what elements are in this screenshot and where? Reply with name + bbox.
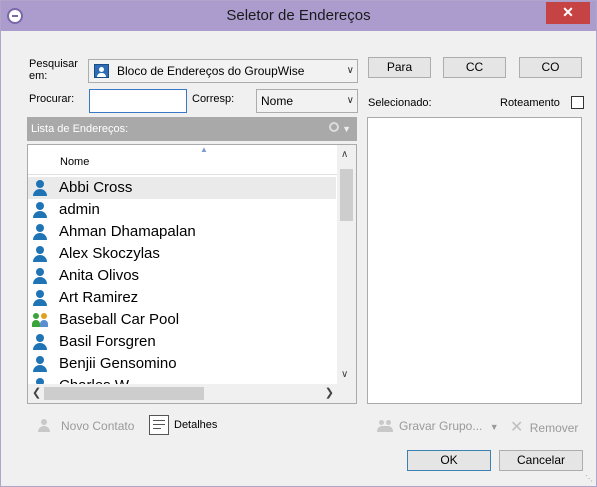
contact-name: Abbi Cross [59, 179, 133, 196]
resize-grip-icon[interactable]: ⋱ [585, 474, 593, 483]
person-icon [32, 246, 48, 262]
chevron-down-icon: ∨ [346, 65, 354, 76]
contact-name: Basil Forsgren [59, 333, 156, 350]
list-item[interactable]: Basil Forsgren [28, 331, 336, 353]
caret-down-icon: ▼ [489, 422, 499, 432]
address-list[interactable]: ▲ Nome Abbi Cross admin Ahman Dhamapalan Al… [27, 144, 357, 404]
scroll-right-icon[interactable]: ❯ [325, 386, 334, 399]
contact-name: Benjii Gensomino [59, 355, 177, 372]
address-book-dropdown[interactable]: Bloco de Endereços do GroupWise ∨ [88, 59, 358, 83]
search-in-label: Pesquisar em: [29, 58, 78, 82]
scroll-up-icon[interactable]: ∧ [341, 149, 348, 160]
cc-button[interactable]: CC [443, 57, 506, 78]
person-icon [32, 224, 48, 240]
find-input[interactable] [90, 90, 186, 112]
address-book-icon [94, 64, 109, 78]
contact-name: Alex Skoczylas [59, 245, 160, 262]
group-icon [32, 312, 48, 328]
person-icon [32, 202, 48, 218]
remove-label: Remover [529, 421, 579, 435]
sort-ascending-icon: ▲ [200, 145, 208, 154]
close-button[interactable]: ✕ [546, 2, 590, 24]
details-button[interactable]: Detalhes [149, 415, 217, 435]
caret-down-icon[interactable]: ▼ [342, 117, 351, 141]
cancel-button[interactable]: Cancelar [499, 450, 583, 471]
person-icon [32, 290, 48, 306]
new-contact-button[interactable]: Novo Contato [37, 419, 134, 433]
remove-icon: ✕ [510, 419, 524, 436]
chevron-down-icon: ∨ [346, 95, 354, 106]
person-icon [32, 356, 48, 372]
contact-name: Baseball Car Pool [59, 311, 180, 328]
save-group-label: Gravar Grupo... [399, 419, 483, 433]
list-item[interactable]: Baseball Car Pool [28, 309, 336, 331]
horizontal-scrollbar[interactable]: ❮ ❯ [28, 384, 356, 403]
new-contact-label: Novo Contato [61, 419, 135, 433]
search-icon[interactable] [329, 122, 339, 132]
scroll-down-icon[interactable]: ∨ [341, 369, 348, 380]
selected-recipients-list[interactable] [367, 117, 582, 404]
contact-name: admin [59, 201, 100, 218]
match-dropdown[interactable]: Nome ∨ [256, 89, 358, 113]
list-item[interactable]: admin [28, 199, 336, 221]
list-item[interactable]: Benjii Gensomino [28, 353, 336, 375]
bc-button[interactable]: CO [519, 57, 582, 78]
contact-name: Anita Olivos [59, 267, 140, 284]
save-group-button[interactable]: Gravar Grupo... ▼ [377, 419, 499, 433]
column-name-label: Nome [60, 156, 90, 168]
details-icon [149, 415, 169, 435]
contact-name: Ahman Dhamapalan [59, 223, 196, 240]
scroll-corner [337, 384, 356, 403]
list-item[interactable]: Abbi Cross [28, 177, 336, 199]
hscroll-thumb[interactable] [44, 387, 204, 400]
address-list-title: Lista de Endereços: [31, 123, 129, 135]
column-header-name[interactable]: ▲ Nome [28, 145, 338, 175]
find-input-box [89, 89, 187, 113]
find-label: Procurar: [29, 93, 75, 105]
list-item[interactable]: Alex Skoczylas [28, 243, 336, 265]
window-title: Seletor de Endereços [226, 7, 371, 24]
title-bar[interactable]: Seletor de Endereços ✕ [1, 1, 596, 31]
contact-name: Art Ramirez [59, 289, 139, 306]
close-icon: ✕ [562, 4, 574, 20]
scroll-thumb[interactable] [340, 169, 353, 221]
address-book-value: Bloco de Endereços do GroupWise [117, 64, 305, 78]
match-label: Corresp: [192, 93, 235, 105]
address-selector-dialog: Seletor de Endereços ✕ Pesquisar em: Blo… [0, 0, 597, 487]
selected-label: Selecionado: [368, 97, 432, 109]
person-add-icon [37, 419, 51, 433]
address-rows: Abbi Cross admin Ahman Dhamapalan Alex Skoc… [28, 177, 336, 397]
address-list-header: Lista de Endereços: ▼ [27, 117, 357, 141]
to-button[interactable]: Para [368, 57, 431, 78]
scroll-left-icon[interactable]: ❮ [32, 386, 41, 399]
list-item[interactable]: Ahman Dhamapalan [28, 221, 336, 243]
routing-label: Roteamento [500, 97, 560, 109]
vertical-scrollbar[interactable]: ∧ ∨ [337, 145, 356, 384]
list-item[interactable]: Art Ramirez [28, 287, 336, 309]
group-icon [377, 419, 393, 433]
person-icon [32, 268, 48, 284]
person-icon [32, 180, 48, 196]
ok-button[interactable]: OK [407, 450, 491, 471]
person-icon [32, 334, 48, 350]
remove-button[interactable]: ✕ Remover [510, 417, 578, 437]
routing-checkbox[interactable] [571, 96, 584, 109]
details-label: Detalhes [174, 419, 218, 431]
match-value: Nome [261, 94, 294, 108]
list-item[interactable]: Anita Olivos [28, 265, 336, 287]
